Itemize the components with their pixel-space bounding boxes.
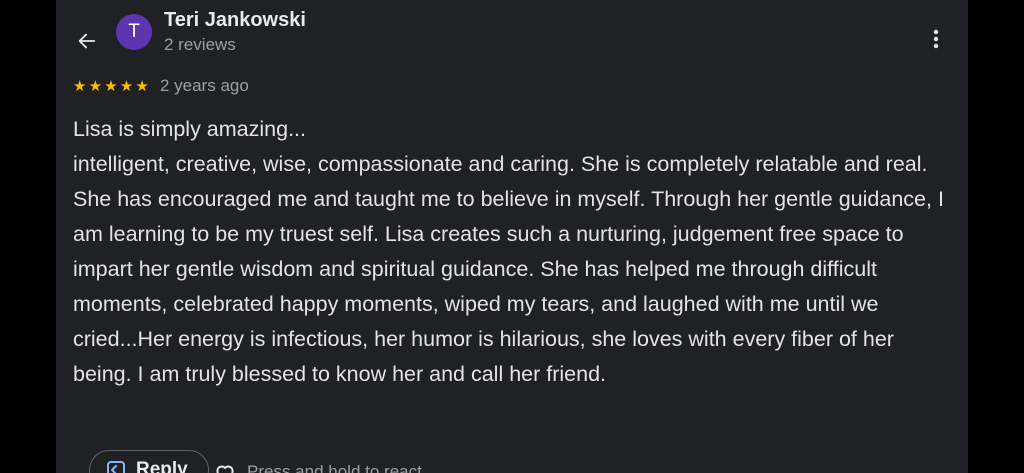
reply-button[interactable]: Reply (89, 450, 209, 473)
review-date: 2 years ago (159, 76, 249, 95)
author-name[interactable]: Teri Jankowski (164, 9, 306, 32)
react-hint: Press and hold to react (247, 462, 422, 473)
rating-row: ★ ★ ★ ★ ★ 2 years ago (73, 76, 249, 96)
avatar[interactable]: T (116, 14, 152, 50)
more-vertical-icon (933, 29, 939, 49)
star-icon: ★ (135, 77, 149, 95)
back-button[interactable] (72, 26, 102, 56)
reply-label: Reply (136, 459, 188, 473)
reply-icon (107, 461, 125, 473)
star-rating: ★ ★ ★ ★ ★ (73, 77, 151, 95)
author-review-count: 2 reviews (164, 35, 236, 54)
star-icon: ★ (104, 77, 118, 95)
arrow-left-icon (78, 33, 96, 49)
heart-outline-icon (216, 465, 234, 473)
star-icon: ★ (73, 77, 87, 95)
review-text: Lisa is simply amazing... intelligent, c… (73, 117, 944, 386)
star-icon: ★ (119, 77, 134, 95)
more-options-button[interactable] (922, 24, 950, 54)
avatar-initial: T (128, 21, 140, 42)
star-icon: ★ (88, 77, 103, 95)
review-panel: T Teri Jankowski 2 reviews ★ ★ ★ ★ ★ 2 years… (56, 0, 968, 473)
react-button[interactable] (212, 460, 238, 473)
